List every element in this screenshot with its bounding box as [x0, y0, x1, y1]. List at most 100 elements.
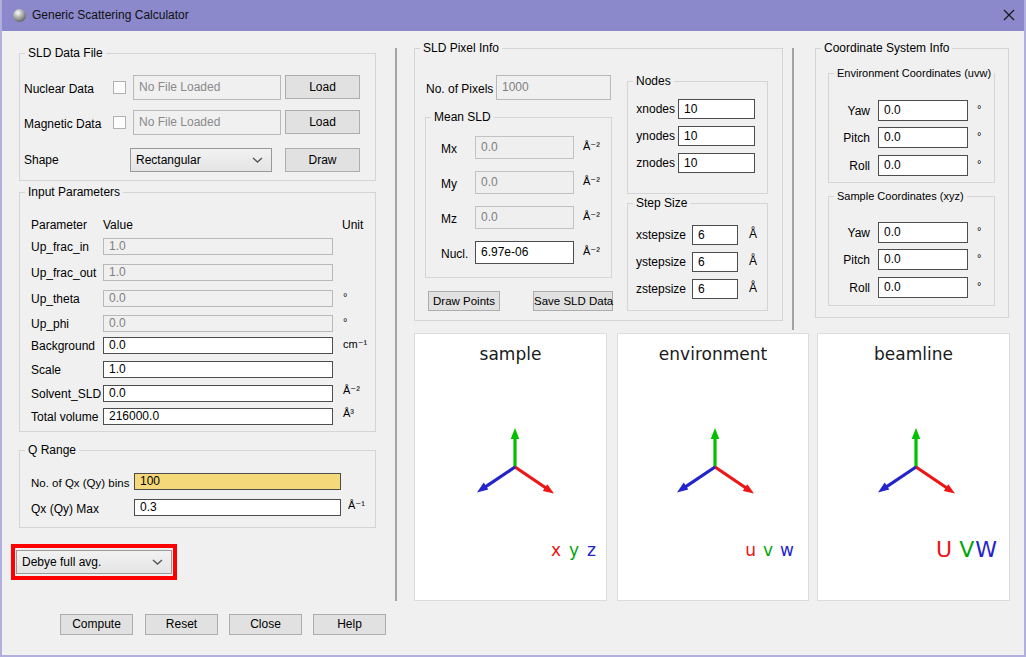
- mx-unit: Å⁻²: [583, 140, 600, 153]
- group-environment-coordinates-label: Environment Coordinates (uvw): [834, 67, 994, 79]
- mz-label: Mz: [441, 212, 457, 226]
- axis-label-u: u: [745, 540, 756, 560]
- group-q-range-label: Q Range: [25, 443, 79, 457]
- ystepsize-unit: Å: [749, 254, 757, 268]
- col-header-value: Value: [103, 218, 133, 232]
- nucl-label: Nucl.: [441, 247, 468, 261]
- env-roll-input[interactable]: 0.0: [878, 155, 968, 176]
- ynodes-label: ynodes: [631, 129, 675, 143]
- param-input[interactable]: 1.0: [103, 238, 333, 255]
- env-roll-unit: °: [977, 158, 981, 170]
- draw-points-button[interactable]: Draw Points: [428, 291, 500, 311]
- ystepsize-input[interactable]: 6: [692, 252, 738, 272]
- param-input[interactable]: 0.0: [103, 337, 333, 354]
- nuclear-data-file-field[interactable]: No File Loaded: [133, 75, 281, 100]
- q-max-unit: Å⁻¹: [348, 499, 365, 512]
- environment-axes-labels: u v w: [745, 540, 794, 560]
- close-icon[interactable]: [1001, 7, 1017, 23]
- reset-button[interactable]: Reset: [145, 614, 218, 635]
- sample-axes-panel: sample x y z: [414, 333, 607, 601]
- param-unit: Å⁻²: [343, 384, 360, 397]
- param-unit: °: [343, 316, 347, 328]
- sample-roll-input[interactable]: 0.0: [878, 277, 968, 298]
- load-magnetic-button[interactable]: Load: [285, 110, 360, 134]
- env-yaw-input[interactable]: 0.0: [878, 100, 968, 121]
- axis-label-w: w: [780, 540, 794, 560]
- param-label: Up_theta: [31, 292, 80, 306]
- group-step-size-label: Step Size: [633, 196, 690, 210]
- beamline-axes-panel: beamline U V W: [817, 333, 1010, 601]
- shape-dropdown[interactable]: Rectangular: [130, 148, 272, 172]
- znodes-input[interactable]: 10: [678, 153, 755, 173]
- shape-dropdown-value: Rectangular: [136, 153, 201, 167]
- group-sld-data-file-label: SLD Data File: [25, 46, 106, 60]
- group-nodes-label: Nodes: [633, 74, 674, 88]
- sample-yaw-label: Yaw: [838, 226, 870, 240]
- zstepsize-label: zstepsize: [628, 282, 686, 296]
- param-label: Scale: [31, 363, 61, 377]
- param-input[interactable]: 1.0: [103, 361, 333, 378]
- help-button[interactable]: Help: [313, 614, 386, 635]
- zstepsize-unit: Å: [749, 281, 757, 295]
- mz-unit: Å⁻²: [583, 210, 600, 223]
- param-label: Up_phi: [31, 317, 69, 331]
- my-unit: Å⁻²: [583, 175, 600, 188]
- group-mean-sld-label: Mean SLD: [431, 110, 494, 124]
- env-pitch-unit: °: [977, 130, 981, 142]
- xnodes-input[interactable]: 10: [678, 99, 755, 119]
- param-input[interactable]: 0.0: [103, 385, 333, 402]
- no-of-pixels-label: No. of Pixels: [426, 82, 493, 96]
- load-nuclear-button[interactable]: Load: [285, 75, 360, 99]
- shape-label: Shape: [24, 153, 59, 167]
- sample-yaw-input[interactable]: 0.0: [878, 222, 968, 243]
- draw-button[interactable]: Draw: [285, 148, 360, 172]
- env-yaw-unit: °: [977, 103, 981, 115]
- group-coordinate-system-info-label: Coordinate System Info: [821, 41, 952, 55]
- q-bins-input[interactable]: 100: [134, 473, 341, 490]
- env-yaw-label: Yaw: [838, 104, 870, 118]
- xstepsize-label: xstepsize: [628, 228, 686, 242]
- znodes-label: znodes: [631, 156, 675, 170]
- axis-label-v: v: [763, 540, 773, 560]
- q-max-input[interactable]: 0.3: [134, 499, 341, 516]
- save-sld-data-button[interactable]: Save SLD Data: [533, 291, 613, 311]
- ynodes-input[interactable]: 10: [678, 126, 755, 146]
- param-input[interactable]: 0.0: [103, 290, 333, 307]
- nucl-input[interactable]: 6.97e-06: [475, 241, 574, 264]
- param-input[interactable]: 0.0: [103, 315, 333, 332]
- col-header-unit: Unit: [342, 218, 363, 232]
- magnetic-data-file-field[interactable]: No File Loaded: [133, 110, 281, 135]
- environment-axes-panel: environment u v w: [617, 333, 809, 601]
- compute-button[interactable]: Compute: [60, 614, 133, 635]
- group-input-parameters-label: Input Parameters: [25, 185, 123, 199]
- env-pitch-label: Pitch: [838, 131, 870, 145]
- no-of-pixels-input[interactable]: 1000: [496, 75, 611, 100]
- nucl-unit: Å⁻²: [583, 245, 600, 258]
- nuclear-data-checkbox[interactable]: [113, 81, 126, 94]
- q-bins-label: No. of Qx (Qy) bins: [31, 477, 129, 489]
- ystepsize-label: ystepsize: [628, 255, 686, 269]
- zstepsize-input[interactable]: 6: [692, 279, 738, 299]
- xstepsize-unit: Å: [749, 227, 757, 241]
- sample-pitch-input[interactable]: 0.0: [878, 249, 968, 270]
- env-roll-label: Roll: [838, 159, 870, 173]
- mz-input[interactable]: 0.0: [475, 206, 574, 229]
- app-icon: [13, 9, 26, 22]
- env-pitch-input[interactable]: 0.0: [878, 127, 968, 148]
- param-label: Background: [31, 339, 95, 353]
- mx-input[interactable]: 0.0: [475, 136, 574, 159]
- mx-label: Mx: [441, 142, 457, 156]
- xstepsize-input[interactable]: 6: [692, 225, 738, 245]
- magnetic-data-checkbox[interactable]: [113, 116, 126, 129]
- q-max-label: Qx (Qy) Max: [31, 502, 99, 516]
- param-input[interactable]: 1.0: [103, 264, 333, 281]
- sample-roll-label: Roll: [838, 281, 870, 295]
- sample-axes-icon: [415, 334, 608, 602]
- chevron-down-icon: [252, 157, 263, 163]
- close-button[interactable]: Close: [229, 614, 302, 635]
- my-input[interactable]: 0.0: [475, 171, 574, 194]
- param-unit: cm⁻¹: [343, 338, 367, 351]
- vertical-separator-right: [792, 48, 794, 330]
- param-input[interactable]: 216000.0: [103, 408, 333, 425]
- param-label: Total volume: [31, 410, 98, 424]
